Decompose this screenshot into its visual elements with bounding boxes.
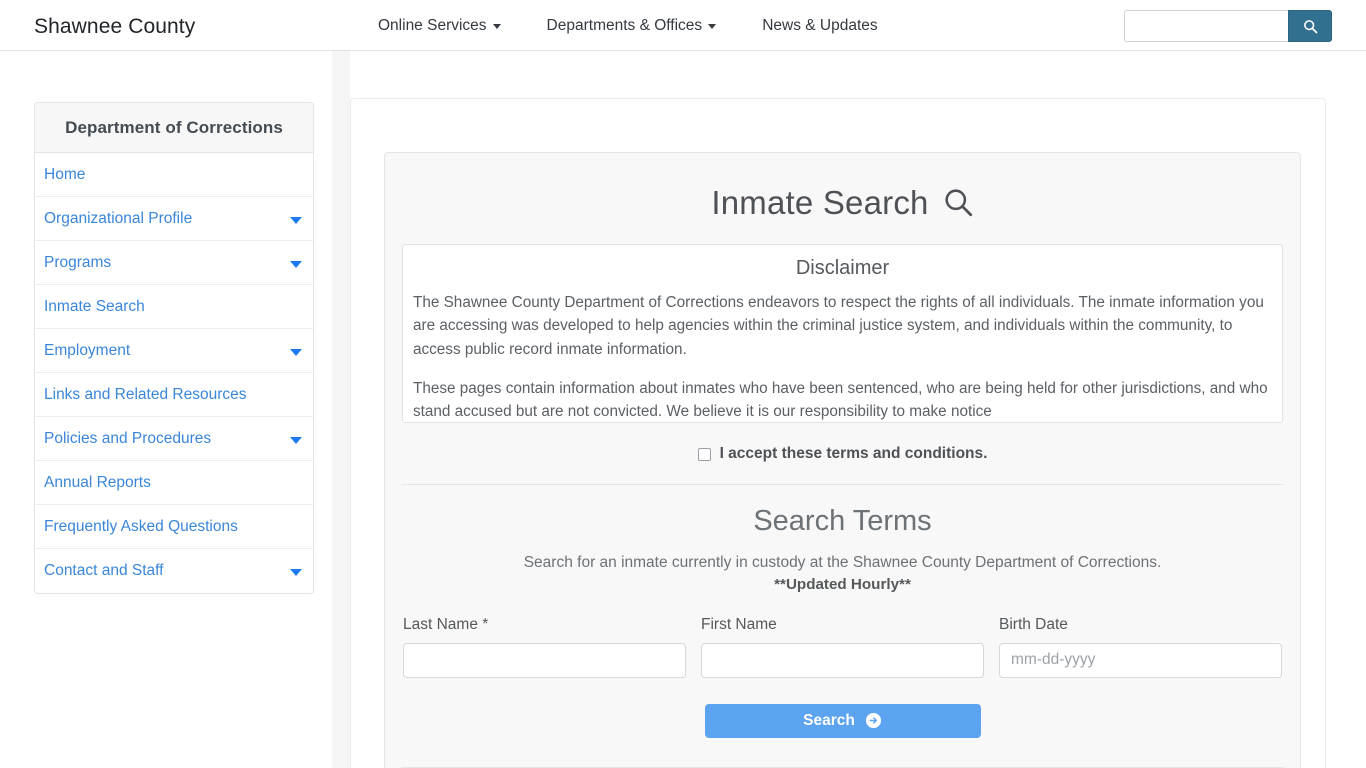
first-name-field-group: First Name [701,616,984,678]
nav-item-departments-offices[interactable]: Departments & Offices [524,17,740,35]
section-divider [401,484,1284,485]
search-terms-update-note: **Updated Hourly** [774,575,911,593]
chevron-down-icon[interactable] [290,569,302,576]
accept-terms-checkbox[interactable] [697,447,711,461]
sidebar-item-organizational-profile[interactable]: Organizational Profile [35,197,313,241]
sidebar-item-employment[interactable]: Employment [35,329,313,373]
sidebar-item-label: Organizational Profile [44,209,193,227]
sidebar-item-label: Frequently Asked Questions [44,517,238,535]
chevron-down-icon[interactable] [290,436,302,444]
sidebar-item-label: Programs [44,253,112,271]
accept-terms-row: I accept these terms and conditions. [401,445,1284,463]
header-search-input[interactable] [1124,10,1288,42]
sidebar-title: Department of Corrections [35,103,313,153]
last-name-field-group: Last Name * [403,616,686,678]
sidebar-item-home[interactable]: Home [35,153,313,197]
chevron-down-icon [708,24,717,29]
sidebar-item-links-and-related-resources[interactable]: Links and Related Resources [35,373,313,417]
search-terms-heading: Search Terms [753,505,932,537]
nav-item-online-services[interactable]: Online Services [355,17,524,35]
sidebar-item-label: Home [44,165,86,183]
sidebar-item-frequently-asked-questions[interactable]: Frequently Asked Questions [35,505,313,549]
sidebar-item-label: Annual Reports [44,473,151,491]
sidebar-item-inmate-search[interactable]: Inmate Search [35,285,313,329]
sidebar-item-label: Policies and Procedures [44,429,212,447]
sidebar: Department of Corrections Home Organizat… [34,102,314,594]
chevron-down-icon [492,24,501,29]
search-submit-button[interactable]: Search [704,703,981,738]
sidebar-item-contact-and-staff[interactable]: Contact and Staff [35,549,313,593]
disclaimer-paragraph: These pages contain information about in… [413,379,1268,420]
nav-item-label: News & Updates [762,16,878,34]
search-icon [943,187,974,220]
page-title: Inmate Search [401,184,1284,222]
search-terms-subtitle: Search for an inmate currently in custod… [523,554,1162,571]
page-title-text: Inmate Search [711,184,929,221]
arrow-right-circle-icon [865,712,882,729]
main-navigation: Online Services Departments & Offices Ne… [355,0,901,51]
disclaimer-heading: Disclaimer [795,257,890,279]
sidebar-item-label: Contact and Staff [44,562,164,579]
layout-gutter [332,51,350,768]
site-brand[interactable]: Shawnee County [34,15,195,39]
nav-item-label: Departments & Offices [546,16,703,34]
disclaimer-paragraph: The Shawnee County Department of Correct… [413,294,1264,358]
sidebar-item-label: Inmate Search [44,297,145,315]
disclaimer-box[interactable]: Disclaimer The Shawnee County Department… [402,244,1283,423]
page-body: Department of Corrections Home Organizat… [0,51,1366,768]
sidebar-item-programs[interactable]: Programs [35,241,313,285]
search-submit-label: Search [803,711,855,729]
search-fields-row: Last Name * First Name Birth Date [401,616,1284,678]
nav-item-label: Online Services [378,16,487,34]
chevron-down-icon[interactable] [290,216,302,224]
search-submit-wrap: Search [401,703,1284,738]
search-icon [1303,19,1318,34]
chevron-down-icon[interactable] [290,260,302,268]
chevron-down-icon[interactable] [290,348,302,356]
sidebar-item-policies-and-procedures[interactable]: Policies and Procedures [35,417,313,461]
birth-date-field-group: Birth Date [999,616,1282,678]
site-header: Shawnee County Online Services Departmen… [0,0,1366,51]
header-search [1124,10,1332,42]
sidebar-item-label: Employment [44,341,131,359]
birth-date-label: Birth Date [999,615,1068,633]
birth-date-input[interactable] [999,642,1282,678]
last-name-label: Last Name * [403,615,489,633]
nav-item-news-updates[interactable]: News & Updates [739,17,900,35]
first-name-input[interactable] [701,642,984,678]
sidebar-item-label: Links and Related Resources [44,385,247,403]
main-content: Inmate Search Disclaimer The Shawnee Cou… [350,98,1326,768]
header-search-button[interactable] [1288,10,1332,42]
first-name-label: First Name [701,615,777,633]
inmate-search-card: Inmate Search Disclaimer The Shawnee Cou… [384,152,1301,768]
accept-terms-label[interactable]: I accept these terms and conditions. [720,445,988,463]
sidebar-item-annual-reports[interactable]: Annual Reports [35,461,313,505]
last-name-input[interactable] [403,642,686,678]
